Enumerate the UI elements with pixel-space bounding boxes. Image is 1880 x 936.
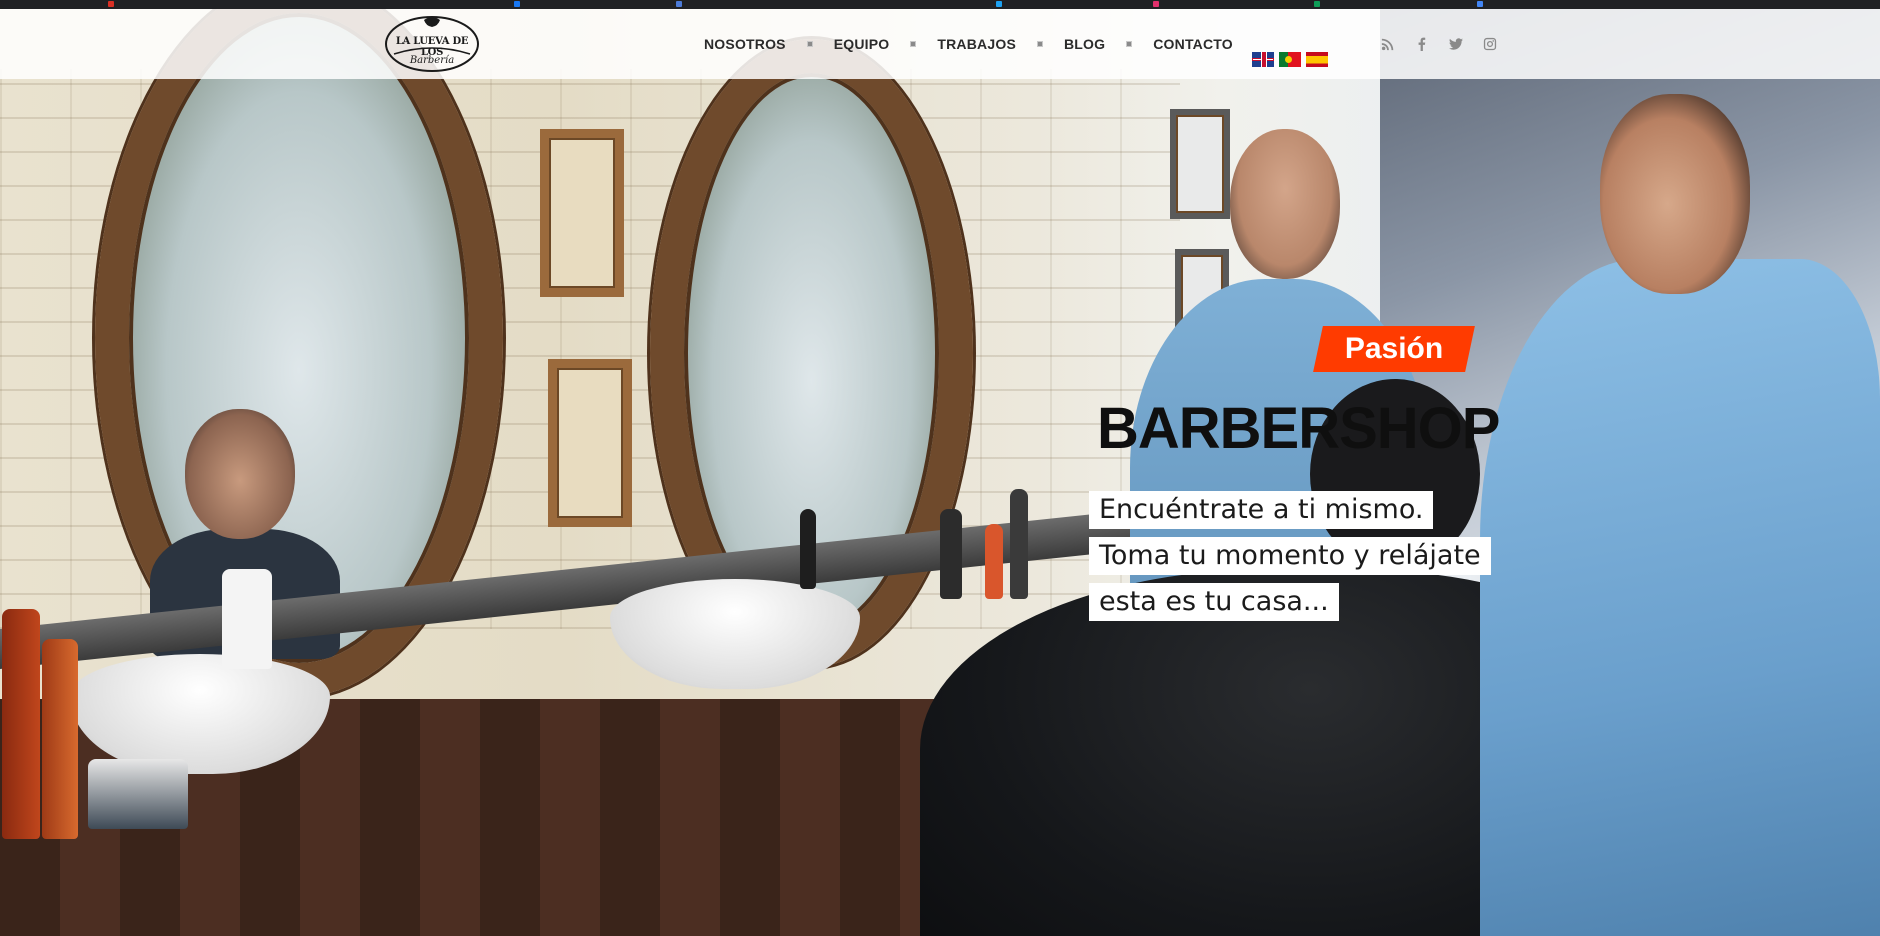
logo-subtitle: Barbería [409, 55, 455, 66]
nav-item-equipo[interactable]: EQUIPO [834, 36, 890, 52]
browser-bookmarks-strip [0, 0, 1880, 9]
site-logo[interactable]: LA LUEVA DE LOS Barbería [384, 14, 480, 74]
bottle [800, 509, 816, 589]
bottle [42, 639, 78, 839]
hero-line-1: Encuéntrate a ti mismo. [1089, 491, 1434, 529]
bottle [1010, 489, 1028, 599]
nav-item-contacto[interactable]: CONTACTO [1153, 36, 1233, 52]
bottle [222, 569, 272, 669]
twitter-icon[interactable] [1448, 36, 1464, 52]
portugal-flag-icon[interactable] [1279, 52, 1301, 67]
jar [88, 759, 188, 829]
instagram-icon[interactable] [1482, 36, 1498, 52]
bookmark-favicon[interactable] [108, 1, 114, 7]
nav-separator [1036, 41, 1043, 47]
bookmark-favicon[interactable] [676, 1, 682, 7]
hero-tag-label: Pasión [1344, 332, 1444, 365]
rss-icon[interactable] [1380, 36, 1396, 52]
facebook-icon[interactable] [1414, 36, 1430, 52]
bookmark-favicon[interactable] [1153, 1, 1159, 7]
bookmark-favicon[interactable] [996, 1, 1002, 7]
main-nav: NOSOTROS EQUIPO TRABAJOS BLOG CONTACTO [704, 9, 1233, 79]
sink-bowl [610, 579, 860, 689]
bookmark-favicon[interactable] [1314, 1, 1320, 7]
nav-separator [910, 41, 917, 47]
site-header: LA LUEVA DE LOS Barbería NOSOTROS EQUIPO… [0, 9, 1880, 79]
barber-head [1230, 129, 1340, 279]
nav-separator [1126, 41, 1133, 47]
mirror-reflection-face [185, 409, 295, 539]
hero-line-3: esta es tu casa... [1089, 583, 1339, 621]
barber-cutting-head [1600, 94, 1750, 294]
bookmark-favicon[interactable] [1477, 1, 1483, 7]
nav-item-trabajos[interactable]: TRABAJOS [937, 36, 1016, 52]
wall-frame [540, 129, 624, 297]
language-switcher [1252, 52, 1328, 67]
social-links [1380, 9, 1498, 79]
hero-line-2: Toma tu momento y relájate [1089, 537, 1491, 575]
hero-tag: Pasión [1313, 326, 1475, 372]
nav-item-blog[interactable]: BLOG [1064, 36, 1105, 52]
hero-headline: BARBERSHOP [1097, 396, 1500, 461]
uk-flag-icon[interactable] [1252, 52, 1274, 67]
bottle [985, 524, 1003, 599]
wall-frame [1170, 109, 1230, 219]
wall-frame [548, 359, 632, 527]
bottle [940, 509, 962, 599]
bookmark-favicon[interactable] [514, 1, 520, 7]
nav-separator [806, 41, 813, 47]
barber-cutting [1480, 259, 1880, 936]
hero-background-photo [0, 9, 1880, 936]
bottle [2, 609, 40, 839]
spain-flag-icon[interactable] [1306, 52, 1328, 67]
nav-item-nosotros[interactable]: NOSOTROS [704, 36, 786, 52]
